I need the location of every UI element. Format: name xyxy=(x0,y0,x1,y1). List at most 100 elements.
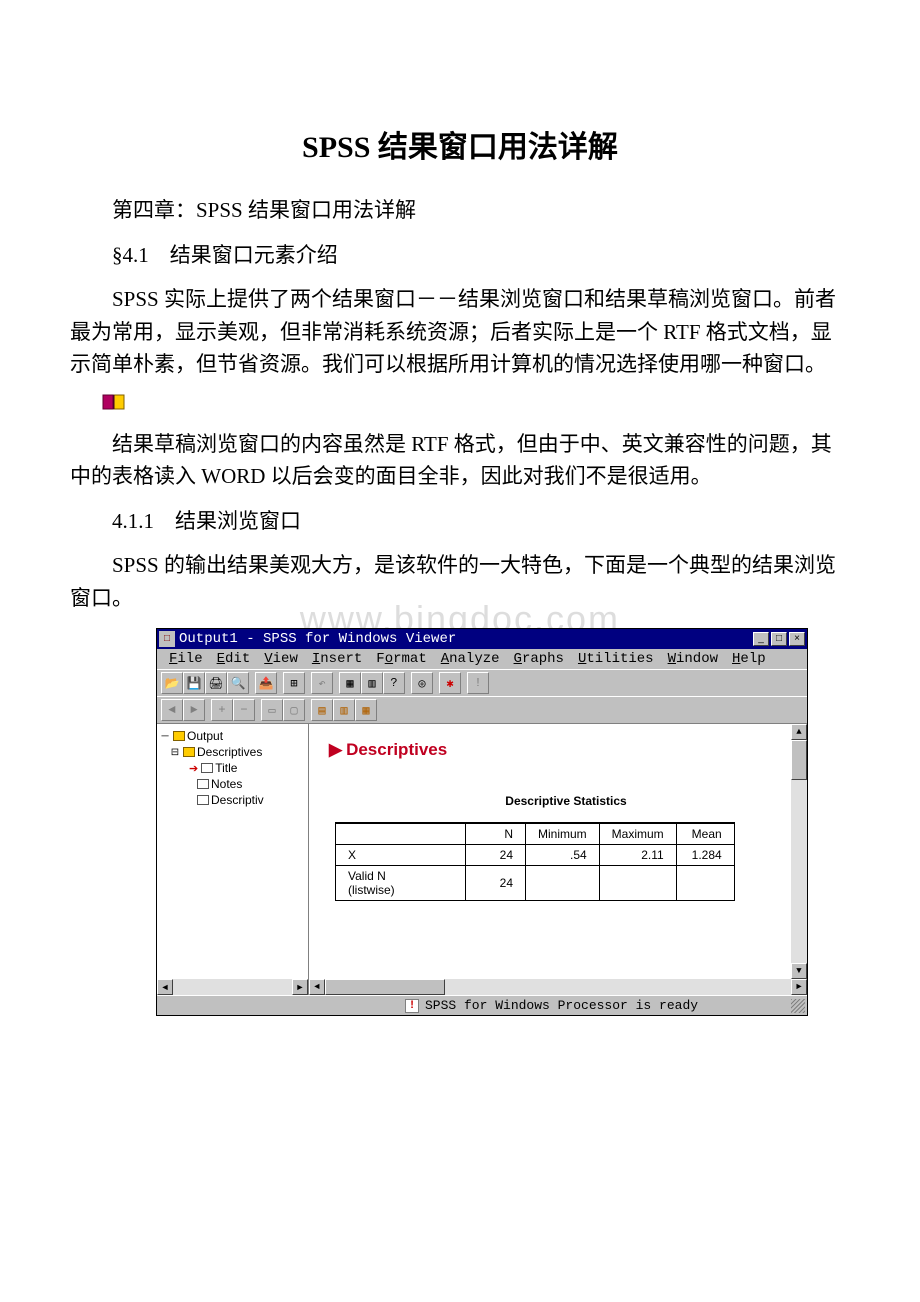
close-button[interactable]: × xyxy=(789,632,805,646)
menu-utilities[interactable]: Utilities xyxy=(572,651,660,667)
page-title: SPSS 结果窗口用法详解 xyxy=(70,122,850,166)
section-heading-4-1: §4.1 结果窗口元素介绍 xyxy=(70,239,850,272)
menu-view[interactable]: View xyxy=(258,651,304,667)
col-max: Maximum xyxy=(599,823,676,845)
book-icon xyxy=(102,393,850,416)
page-icon xyxy=(197,779,209,789)
menu-edit[interactable]: Edit xyxy=(211,651,257,667)
status-text: SPSS for Windows Processor is ready xyxy=(425,998,698,1013)
folder-icon xyxy=(183,747,195,757)
nav-back-icon[interactable]: ◄ xyxy=(161,699,183,721)
content-pane[interactable]: ▶Descriptives Descriptive Statistics N M… xyxy=(309,724,807,995)
page-icon xyxy=(197,795,209,805)
tree-item-notes[interactable]: Notes xyxy=(159,776,306,792)
section-heading-4-1-1: 4.1.1 结果浏览窗口 xyxy=(70,505,850,538)
chevron-right-icon: ▶ xyxy=(329,740,342,759)
scroll-thumb[interactable] xyxy=(791,740,807,780)
tree-group[interactable]: ⊟ Descriptives xyxy=(159,744,306,760)
cell-min xyxy=(526,866,600,901)
hide-icon[interactable]: ▥ xyxy=(333,699,355,721)
print-preview-icon[interactable]: 🔍 xyxy=(227,672,249,694)
open-icon[interactable]: 📂 xyxy=(161,672,183,694)
scroll-right-icon[interactable]: ► xyxy=(791,979,807,995)
cell-max xyxy=(599,866,676,901)
tree-item-title[interactable]: ➔ Title xyxy=(159,760,306,776)
cell-label: X xyxy=(336,845,466,866)
folder-icon xyxy=(173,731,185,741)
menu-help[interactable]: Help xyxy=(726,651,772,667)
undo-icon[interactable]: ↶ xyxy=(311,672,333,694)
chapter-heading: 第四章：SPSS 结果窗口用法详解 xyxy=(70,194,850,227)
collapse-icon[interactable]: ▢ xyxy=(283,699,305,721)
menu-file[interactable]: File xyxy=(163,651,209,667)
outline-hscrollbar[interactable]: ◄ ► xyxy=(157,979,308,995)
scroll-up-icon[interactable]: ▲ xyxy=(791,724,807,740)
show-icon[interactable]: ▤ xyxy=(311,699,333,721)
titlebar[interactable]: □ Output1 - SPSS for Windows Viewer _ □ … xyxy=(157,629,807,649)
table-row: Valid N (listwise) 24 xyxy=(336,866,735,901)
table-row: X 24 .54 2.11 1.284 xyxy=(336,845,735,866)
toolbar-main: 📂 💾 🖨 🔍 📤 ⊞ ↶ ▦ ▥ ? ◎ ✱ ! xyxy=(157,669,807,696)
menu-insert[interactable]: Insert xyxy=(306,651,368,667)
demote-icon[interactable]: − xyxy=(233,699,255,721)
menu-format[interactable]: Format xyxy=(370,651,432,667)
page-icon xyxy=(201,763,213,773)
paragraph-output-intro: SPSS 的输出结果美观大方，是该软件的一大特色，下面是一个典型的结果浏览窗口。 xyxy=(70,549,850,614)
toolbar-outline: ◄ ► + − ▭ ▢ ▤ ▥ ▦ xyxy=(157,696,807,723)
content-vscrollbar[interactable]: ▲ ▼ xyxy=(791,724,807,979)
export-icon[interactable]: 📤 xyxy=(255,672,277,694)
menubar: File Edit View Insert Format Analyze Gra… xyxy=(157,649,807,669)
designate-window-icon[interactable]: ✱ xyxy=(439,672,461,694)
nav-forward-icon[interactable]: ► xyxy=(183,699,205,721)
spss-viewer-window: □ Output1 - SPSS for Windows Viewer _ □ … xyxy=(156,628,808,1016)
output-heading: ▶Descriptives xyxy=(329,740,803,760)
goto-data-icon[interactable]: ▦ xyxy=(339,672,361,694)
cell-mean xyxy=(676,866,734,901)
cell-max: 2.11 xyxy=(599,845,676,866)
scroll-left-icon[interactable]: ◄ xyxy=(309,979,325,995)
minimize-button[interactable]: _ xyxy=(753,632,769,646)
app-icon: □ xyxy=(159,631,175,647)
dialog-recall-icon[interactable]: ⊞ xyxy=(283,672,305,694)
col-n: N xyxy=(466,823,526,845)
descriptive-stats-table: N Minimum Maximum Mean X 24 .54 2.11 1.2… xyxy=(335,822,735,901)
promote-icon[interactable]: + xyxy=(211,699,233,721)
scroll-left-icon[interactable]: ◄ xyxy=(157,979,173,995)
cell-label: Valid N (listwise) xyxy=(336,866,466,901)
tree-root[interactable]: ─ Output xyxy=(159,728,306,744)
cell-n: 24 xyxy=(466,866,526,901)
scroll-right-icon[interactable]: ► xyxy=(292,979,308,995)
cell-n: 24 xyxy=(466,845,526,866)
outline-pane[interactable]: ─ Output ⊟ Descriptives ➔ Title Notes xyxy=(157,724,309,995)
tree-item-descriptives[interactable]: Descriptiv xyxy=(159,792,306,808)
statusbar: ! SPSS for Windows Processor is ready xyxy=(157,995,807,1015)
table-header-row: N Minimum Maximum Mean xyxy=(336,823,735,845)
scroll-down-icon[interactable]: ▼ xyxy=(791,963,807,979)
tree-root-label: Output xyxy=(187,729,223,743)
print-icon[interactable]: 🖨 xyxy=(205,672,227,694)
select-last-icon[interactable]: ◎ xyxy=(411,672,433,694)
titlebar-text: Output1 - SPSS for Windows Viewer xyxy=(179,631,753,647)
maximize-button[interactable]: □ xyxy=(771,632,787,646)
tree-group-label: Descriptives xyxy=(197,745,262,759)
menu-window[interactable]: Window xyxy=(662,651,724,667)
resize-grip-icon[interactable] xyxy=(791,999,805,1013)
save-icon[interactable]: 💾 xyxy=(183,672,205,694)
expand-icon[interactable]: ▭ xyxy=(261,699,283,721)
cell-min: .54 xyxy=(526,845,600,866)
menu-graphs[interactable]: Graphs xyxy=(508,651,570,667)
cell-mean: 1.284 xyxy=(676,845,734,866)
variables-icon[interactable]: ? xyxy=(383,672,405,694)
goto-case-icon[interactable]: ▥ xyxy=(361,672,383,694)
paragraph-intro: SPSS 实际上提供了两个结果窗口－－结果浏览窗口和结果草稿浏览窗口。前者最为常… xyxy=(70,283,850,381)
work-area: ─ Output ⊟ Descriptives ➔ Title Notes xyxy=(157,723,807,995)
col-min: Minimum xyxy=(526,823,600,845)
tree-item-label: Title xyxy=(215,761,237,775)
col-blank xyxy=(336,823,466,845)
alert-icon: ! xyxy=(405,999,419,1013)
run-icon[interactable]: ! xyxy=(467,672,489,694)
insert-icon[interactable]: ▦ xyxy=(355,699,377,721)
content-hscrollbar[interactable]: ◄ ► xyxy=(309,979,807,995)
menu-analyze[interactable]: Analyze xyxy=(435,651,506,667)
scroll-thumb[interactable] xyxy=(325,979,445,995)
